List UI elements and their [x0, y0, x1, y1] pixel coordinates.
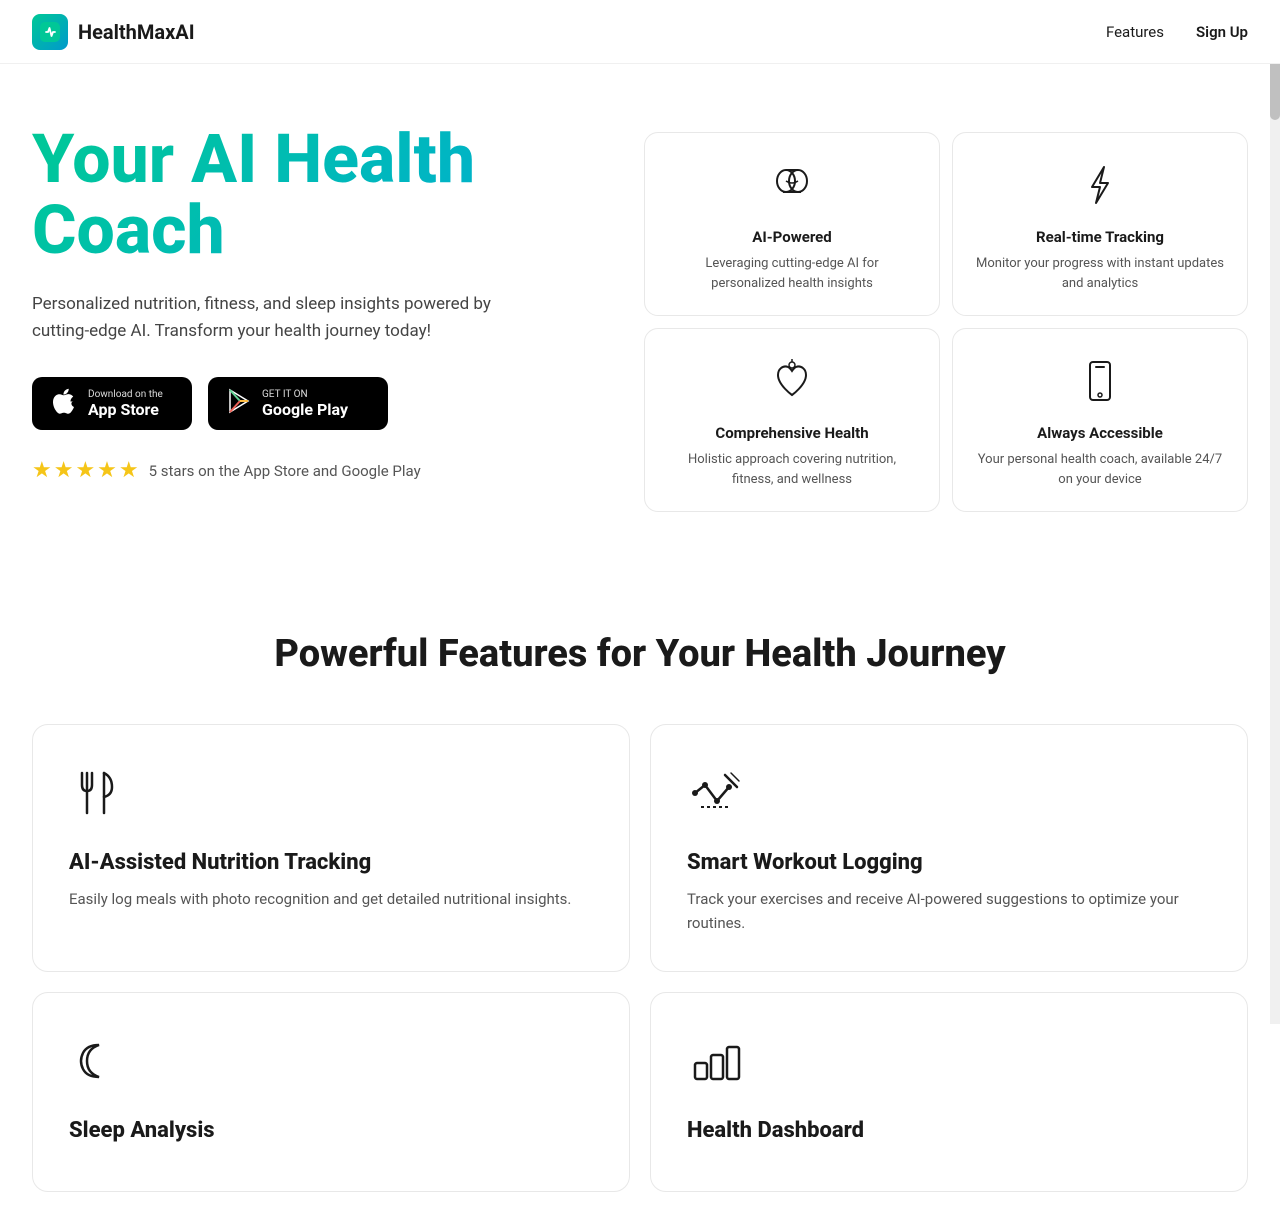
features-section: Powerful Features for Your Health Journe…: [0, 552, 1280, 1232]
features-grid: AI-Assisted Nutrition Tracking Easily lo…: [32, 724, 1248, 1192]
apple-health-icon: [768, 357, 816, 412]
fork-knife-icon: [69, 765, 593, 830]
feature-nutrition-card: AI-Assisted Nutrition Tracking Easily lo…: [32, 724, 630, 972]
googleplay-main: Google Play: [262, 400, 348, 419]
workout-title: Smart Workout Logging: [687, 850, 1211, 875]
phone-icon: [1076, 357, 1124, 412]
nav-features-link[interactable]: Features: [1106, 23, 1164, 41]
nav-links: Features Sign Up: [1106, 23, 1248, 41]
features-section-title: Powerful Features for Your Health Journe…: [32, 632, 1248, 676]
nav-signup-link[interactable]: Sign Up: [1196, 23, 1248, 41]
appstore-button[interactable]: Download on the App Store: [32, 377, 192, 430]
appstore-sub: Download on the: [88, 389, 163, 400]
feature-card-health: Comprehensive Health Holistic approach c…: [644, 328, 940, 512]
ai-powered-desc: Leveraging cutting-edge AI for personali…: [667, 254, 917, 293]
hero-feature-cards: AI-Powered Leveraging cutting-edge AI fo…: [644, 124, 1248, 512]
nutrition-title: AI-Assisted Nutrition Tracking: [69, 850, 593, 875]
hero-description: Personalized nutrition, fitness, and sle…: [32, 291, 552, 345]
feature-card-ai-powered: AI-Powered Leveraging cutting-edge AI fo…: [644, 132, 940, 316]
workout-icon: [687, 765, 1211, 830]
feature-card-accessible: Always Accessible Your personal health c…: [952, 328, 1248, 512]
navbar: HealthMaxAI Features Sign Up: [0, 0, 1280, 64]
googleplay-button[interactable]: GET IT ON Google Play: [208, 377, 388, 430]
accessible-title: Always Accessible: [1037, 424, 1163, 442]
stars-text: 5 stars on the App Store and Google Play: [149, 462, 421, 480]
realtime-title: Real-time Tracking: [1036, 228, 1164, 246]
dashboard-title: Health Dashboard: [687, 1118, 1211, 1143]
lightning-icon: [1076, 161, 1124, 216]
accessible-desc: Your personal health coach, available 24…: [975, 450, 1225, 489]
ai-powered-title: AI-Powered: [752, 228, 831, 246]
hero-stars: ★★★★★ 5 stars on the App Store and Googl…: [32, 458, 612, 483]
star-icons: ★★★★★: [32, 458, 141, 483]
hero-section: Your AI Health Coach Personalized nutrit…: [0, 64, 1280, 552]
workout-desc: Track your exercises and receive AI-powe…: [687, 887, 1211, 935]
scrollbar-track[interactable]: [1270, 0, 1280, 1024]
nav-logo: HealthMaxAI: [32, 14, 195, 50]
sleep-icon: [69, 1033, 593, 1098]
health-title: Comprehensive Health: [715, 424, 868, 442]
brain-icon: [768, 161, 816, 216]
feature-workout-card: Smart Workout Logging Track your exercis…: [650, 724, 1248, 972]
appstore-main: App Store: [88, 400, 163, 419]
hero-title: Your AI Health Coach: [32, 124, 612, 267]
hero-buttons: Download on the App Store GET IT ON Goo: [32, 377, 612, 430]
feature-card-realtime: Real-time Tracking Monitor your progress…: [952, 132, 1248, 316]
logo-icon: [32, 14, 68, 50]
googleplay-sub: GET IT ON: [262, 389, 348, 400]
health-desc: Holistic approach covering nutrition, fi…: [667, 450, 917, 489]
feature-dashboard-card: Health Dashboard: [650, 992, 1248, 1192]
apple-icon: [50, 387, 78, 420]
feature-sleep-card: Sleep Analysis: [32, 992, 630, 1192]
google-play-icon: [226, 388, 252, 419]
hero-left: Your AI Health Coach Personalized nutrit…: [32, 124, 612, 483]
nav-logo-text: HealthMaxAI: [78, 20, 195, 44]
dashboard-icon: [687, 1033, 1211, 1098]
nutrition-desc: Easily log meals with photo recognition …: [69, 887, 593, 911]
realtime-desc: Monitor your progress with instant updat…: [975, 254, 1225, 293]
sleep-title: Sleep Analysis: [69, 1118, 593, 1143]
